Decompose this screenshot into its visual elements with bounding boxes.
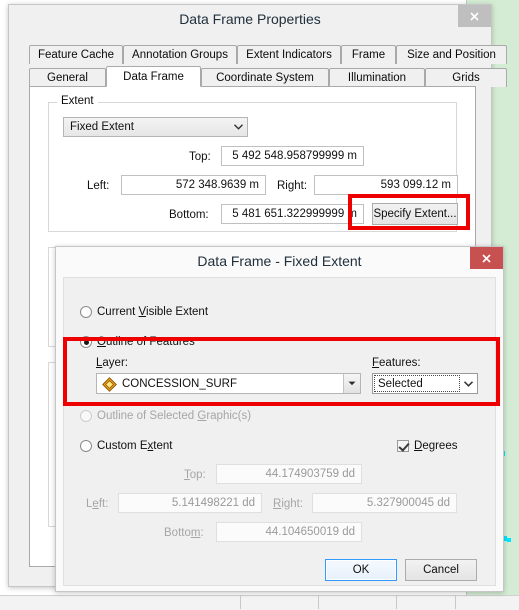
map-vertex-marker	[507, 538, 511, 542]
layer-value: CONCESSION_SURF	[122, 377, 238, 390]
layer-label: Layer:	[96, 357, 128, 369]
custom-top-field: 44.174903759 dd	[216, 464, 362, 484]
extent-top-field[interactable]: 5 492 548.958799999 m	[221, 146, 364, 166]
chevron-down-icon	[460, 380, 477, 387]
tab-row-lower: General Data Frame Coordinate System Ill…	[29, 66, 507, 87]
checkbox-indicator	[397, 440, 409, 452]
ok-button[interactable]: OK	[325, 559, 397, 581]
extent-top-label: Top:	[189, 151, 211, 163]
custom-right-field: 5.327900045 dd	[312, 493, 457, 513]
dialog-title: Data Frame - Fixed Extent	[197, 253, 362, 269]
extent-mode-dropdown[interactable]: Fixed Extent	[63, 117, 248, 137]
cancel-button[interactable]: Cancel	[405, 559, 477, 581]
tab-data-frame[interactable]: Data Frame	[106, 66, 201, 87]
main-title-bar: Data Frame Properties	[9, 5, 491, 35]
features-label: Features:	[372, 357, 421, 369]
layer-dropdown[interactable]: CONCESSION_SURF	[96, 373, 361, 394]
extent-left-field[interactable]: 572 348.9639 m	[121, 175, 266, 195]
tab-size-and-position[interactable]: Size and Position	[396, 45, 507, 64]
radio-label: Current Visible Extent	[97, 306, 209, 318]
toolbar-separator	[396, 595, 397, 609]
tab-label: General	[47, 72, 88, 84]
tab-label: Coordinate System	[216, 72, 314, 84]
degrees-label: Degrees	[414, 440, 458, 452]
tab-label: Feature Cache	[37, 49, 115, 61]
custom-top-value: 44.174903759 dd	[265, 468, 355, 480]
specify-extent-label: Specify Extent...	[373, 208, 457, 220]
extent-mode-value: Fixed Extent	[70, 121, 134, 133]
custom-left-value: 5.141498221 dd	[171, 497, 255, 509]
tab-extent-indicators[interactable]: Extent Indicators	[237, 45, 341, 64]
extent-bottom-label: Bottom:	[169, 209, 209, 221]
tab-grids[interactable]: Grids	[425, 68, 507, 87]
degrees-checkbox[interactable]: Degrees	[397, 440, 457, 452]
dialog-title-bar: Data Frame - Fixed Extent	[56, 247, 503, 277]
radio-custom-extent[interactable]: Custom Extent	[80, 440, 172, 452]
chevron-down-icon	[343, 374, 360, 393]
extent-left-label: Left:	[87, 180, 110, 192]
extent-group: Extent Fixed Extent Top: 5 492 548.95879…	[48, 95, 458, 232]
ok-label: OK	[352, 564, 370, 576]
features-value: Selected	[374, 375, 460, 392]
tab-frame[interactable]: Frame	[341, 45, 396, 64]
custom-left-label: Left:	[86, 498, 109, 510]
tab-general[interactable]: General	[29, 68, 106, 87]
custom-bottom-field: 44.104650019 dd	[216, 522, 362, 542]
cancel-label: Cancel	[423, 564, 459, 576]
custom-right-label: Right:	[273, 498, 304, 510]
toolbar-separator	[240, 595, 241, 609]
custom-bottom-label: Bottom:	[164, 527, 204, 539]
tab-illumination[interactable]: Illumination	[329, 68, 425, 87]
extent-bottom-value: 5 481 651.322999999 m	[232, 208, 357, 220]
custom-top-label: Top:	[184, 469, 206, 481]
tab-coordinate-system[interactable]: Coordinate System	[201, 68, 329, 87]
extent-top-value: 5 492 548.958799999 m	[232, 150, 357, 162]
tab-row-upper: Feature Cache Annotation Groups Extent I…	[29, 45, 507, 64]
specify-extent-button[interactable]: Specify Extent...	[372, 203, 458, 225]
chevron-down-icon	[230, 124, 247, 130]
polygon-symbol-icon	[102, 377, 117, 392]
radio-label: Outline of Features	[97, 336, 195, 348]
custom-bottom-value: 44.104650019 dd	[265, 526, 355, 538]
extent-right-field[interactable]: 593 099.12 m	[314, 175, 458, 195]
toolbar-separator	[318, 595, 319, 609]
tab-label: Extent Indicators	[246, 49, 332, 61]
close-icon[interactable]	[458, 5, 491, 27]
radio-indicator	[80, 336, 92, 348]
extent-left-value: 572 348.9639 m	[175, 179, 259, 191]
radio-indicator	[80, 440, 92, 452]
tab-annotation-groups[interactable]: Annotation Groups	[123, 45, 237, 64]
radio-label: Custom Extent	[97, 440, 173, 452]
tab-label: Annotation Groups	[132, 49, 228, 61]
radio-indicator	[80, 410, 92, 422]
custom-right-value: 5.327900045 dd	[366, 497, 450, 509]
dialog-body: Current Visible Extent Outline of Featur…	[63, 277, 496, 586]
radio-indicator	[80, 306, 92, 318]
toolbar-separator	[455, 595, 456, 609]
tab-label: Grids	[452, 72, 480, 84]
features-dropdown[interactable]: Selected	[372, 373, 478, 394]
bottom-toolbar-strip	[0, 595, 519, 610]
extent-bottom-field[interactable]: 5 481 651.322999999 m	[221, 204, 364, 224]
radio-current-visible-extent[interactable]: Current Visible Extent	[80, 306, 208, 318]
tab-label: Illumination	[347, 72, 407, 84]
extent-group-title: Extent	[57, 95, 98, 107]
custom-left-field: 5.141498221 dd	[118, 493, 262, 513]
radio-label: Outline of Selected Graphic(s)	[97, 410, 252, 422]
close-icon[interactable]	[470, 247, 503, 269]
fixed-extent-dialog: Data Frame - Fixed Extent Current Visibl…	[55, 246, 504, 592]
tab-feature-cache[interactable]: Feature Cache	[29, 45, 123, 64]
tab-label: Data Frame	[123, 70, 184, 83]
tab-label: Frame	[351, 49, 386, 61]
radio-outline-of-features[interactable]: Outline of Features	[80, 336, 195, 348]
radio-outline-of-selected-graphics: Outline of Selected Graphic(s)	[80, 410, 251, 422]
main-window-title: Data Frame Properties	[179, 11, 321, 27]
extent-right-value: 593 099.12 m	[380, 179, 451, 191]
extent-right-label: Right:	[277, 180, 308, 192]
tab-label: Size and Position	[407, 49, 496, 61]
